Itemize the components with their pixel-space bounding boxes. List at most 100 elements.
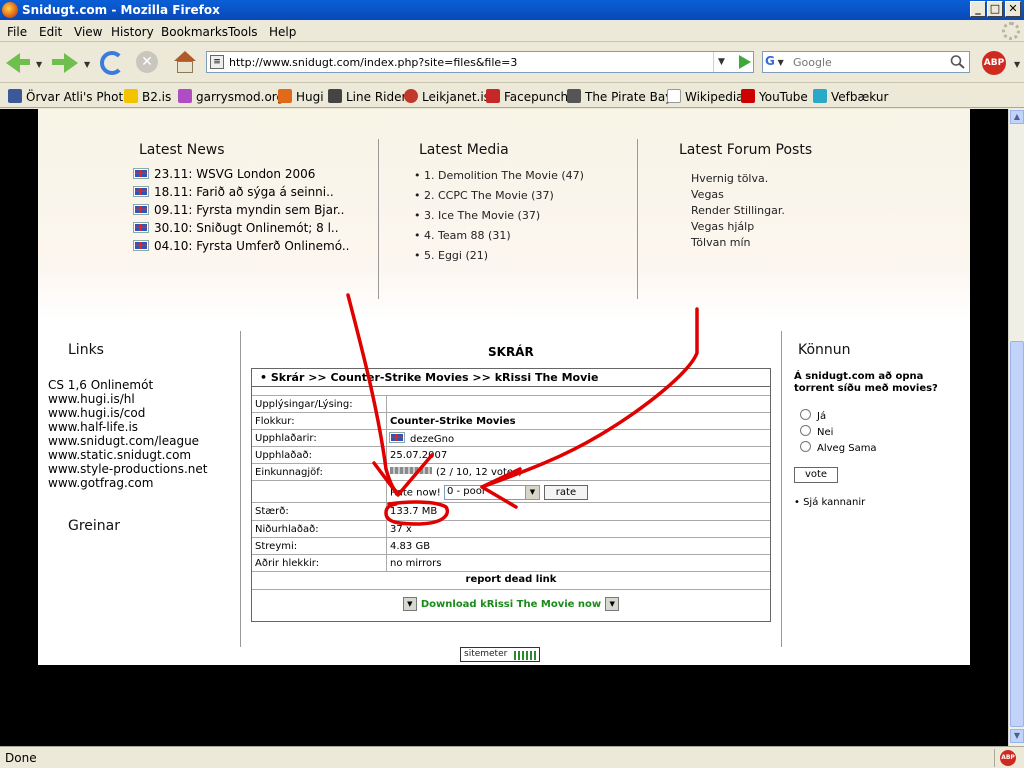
news-item[interactable]: 23.11: WSVG London 2006 xyxy=(134,167,315,181)
table-row: Stærð: 133.7 MB xyxy=(252,503,770,521)
media-item[interactable]: • 5. Eggi (21) xyxy=(414,249,488,262)
menu-view[interactable]: View xyxy=(74,25,102,39)
menu-file[interactable]: File xyxy=(7,25,27,39)
categories-heading: Greinar xyxy=(68,518,121,534)
poll-option-nei[interactable]: Nei xyxy=(800,425,833,438)
page-viewport: Latest News 23.11: WSVG London 2006 18.1… xyxy=(0,109,1008,746)
menu-history[interactable]: History xyxy=(111,25,154,39)
link-item[interactable]: www.gotfrag.com xyxy=(48,476,153,490)
media-item[interactable]: • 3. Ice The Movie (37) xyxy=(414,209,540,222)
back-dropdown-icon[interactable]: ▼ xyxy=(36,60,42,69)
radio-button[interactable] xyxy=(800,409,811,420)
bookmark-orvar-photos[interactable]: Örvar Atli's Photos xyxy=(8,89,137,104)
link-item[interactable]: www.hugi.is/hl xyxy=(48,392,135,406)
stop-icon[interactable]: ✕ xyxy=(136,51,158,73)
media-item[interactable]: • 1. Demolition The Movie (47) xyxy=(414,169,584,182)
window-title: Snidugt.com - Mozilla Firefox xyxy=(22,3,220,17)
poll-results-link[interactable]: • Sjá kannanir xyxy=(794,497,865,508)
link-item[interactable]: www.style-productions.net xyxy=(48,462,207,476)
menu-bookmarks[interactable]: Bookmarks xyxy=(161,25,228,39)
forward-icon[interactable] xyxy=(52,51,78,75)
iceland-flag-icon xyxy=(134,187,148,196)
search-engine-icon[interactable]: G ▼ xyxy=(765,54,791,70)
reload-icon[interactable] xyxy=(100,51,124,75)
adblock-dropdown-icon[interactable]: ▼ xyxy=(1014,60,1020,69)
bookmark-garrysmod[interactable]: garrysmod.org xyxy=(178,89,284,104)
latest-forum-heading: Latest Forum Posts xyxy=(679,142,813,158)
forum-item[interactable]: Vegas hjálp xyxy=(691,220,754,233)
bookmark-wikipedia[interactable]: Wikipedia xyxy=(667,89,744,104)
bookmark-pirate-bay[interactable]: The Pirate Bay xyxy=(567,89,672,104)
link-item[interactable]: www.static.snidugt.com xyxy=(48,448,191,462)
latest-media-heading: Latest Media xyxy=(419,142,509,158)
link-item[interactable]: www.snidugt.com/league xyxy=(48,434,199,448)
forum-item[interactable]: Hvernig tölva. xyxy=(691,172,768,185)
bookmark-leikjanet[interactable]: Leikjanet.is xyxy=(404,89,490,104)
link-item[interactable]: CS 1,6 Onlinemót xyxy=(48,378,153,392)
download-link[interactable]: Download kRissi The Movie now xyxy=(421,599,601,610)
go-icon[interactable] xyxy=(739,55,751,69)
radio-button[interactable] xyxy=(800,425,811,436)
latest-news-heading: Latest News xyxy=(139,142,225,158)
scroll-up-icon[interactable]: ▲ xyxy=(1010,110,1024,124)
forum-item[interactable]: Vegas xyxy=(691,188,724,201)
vertical-scrollbar[interactable]: ▲ ▼ xyxy=(1008,109,1024,746)
minimize-button[interactable]: _ xyxy=(970,1,986,17)
home-icon[interactable] xyxy=(172,51,198,75)
table-row: Flokkur: Counter-Strike Movies xyxy=(252,413,770,430)
bookmark-line-rider[interactable]: Line Rider xyxy=(328,89,406,104)
rate-button[interactable]: rate xyxy=(543,485,588,500)
uploader-link[interactable]: dezeGno xyxy=(390,433,454,445)
scrollbar-thumb[interactable] xyxy=(1010,341,1024,727)
scroll-down-icon[interactable]: ▼ xyxy=(1010,729,1024,743)
url-input[interactable] xyxy=(229,54,717,70)
media-item[interactable]: • 4. Team 88 (31) xyxy=(414,229,511,242)
bookmark-vefbaekur[interactable]: Vefbækur xyxy=(813,89,888,104)
back-icon[interactable] xyxy=(6,51,32,75)
url-history-dropdown-icon[interactable]: ▼ xyxy=(713,52,729,72)
status-bar: Done ABP xyxy=(0,746,1024,768)
breadcrumb[interactable]: • Skrár >> Counter-Strike Movies >> kRis… xyxy=(252,369,770,387)
close-button[interactable]: ✕ xyxy=(1005,1,1021,17)
link-item[interactable]: www.half-life.is xyxy=(48,420,138,434)
bookmark-favicon-icon xyxy=(124,89,138,103)
media-item[interactable]: • 2. CCPC The Movie (37) xyxy=(414,189,554,202)
report-dead-link[interactable]: report dead link xyxy=(252,572,770,590)
bookmark-favicon-icon xyxy=(813,89,827,103)
news-item[interactable]: 09.11: Fyrsta myndin sem Bjar.. xyxy=(134,203,344,217)
maximize-button[interactable]: □ xyxy=(987,1,1003,17)
navigation-toolbar: ▼ ▼ ✕ ≡ ▼ G ▼ ABP ▼ xyxy=(0,43,1024,83)
forum-item[interactable]: Render Stillingar. xyxy=(691,204,785,217)
column-divider xyxy=(781,331,782,647)
poll-option-ja[interactable]: Já xyxy=(800,409,826,422)
sitemeter-badge[interactable]: sitemeter xyxy=(460,647,540,662)
poll-option-alveg-sama[interactable]: Alveg Sama xyxy=(800,441,877,454)
column-divider xyxy=(240,331,241,647)
news-item[interactable]: 04.10: Fyrsta Umferð Onlinemó.. xyxy=(134,239,350,253)
menu-help[interactable]: Help xyxy=(269,25,296,39)
link-item[interactable]: www.hugi.is/cod xyxy=(48,406,145,420)
radio-button[interactable] xyxy=(800,441,811,452)
bookmark-b2[interactable]: B2.is xyxy=(124,89,171,104)
bookmark-hugi[interactable]: Hugi xyxy=(278,89,324,104)
download-arrow-icon: ▼ xyxy=(402,597,417,611)
rating-select[interactable]: 0 - poor ▼ xyxy=(443,485,540,500)
poll-heading: Könnun xyxy=(798,342,851,358)
category-link[interactable]: Counter-Strike Movies xyxy=(390,416,516,427)
search-input[interactable] xyxy=(793,54,941,70)
menu-tools[interactable]: Tools xyxy=(228,25,258,39)
news-item[interactable]: 30.10: Sniðugt Onlinemót; 8 l.. xyxy=(134,221,339,235)
sitemeter-bars-icon xyxy=(514,651,536,660)
bookmark-youtube[interactable]: YouTube xyxy=(741,89,808,104)
search-bar: G ▼ xyxy=(762,51,970,73)
vote-button[interactable]: vote xyxy=(794,467,838,483)
adblock-plus-icon[interactable]: ABP xyxy=(982,51,1006,75)
menu-edit[interactable]: Edit xyxy=(39,25,62,39)
window-titlebar: Snidugt.com - Mozilla Firefox _ □ ✕ xyxy=(0,0,1024,20)
forum-item[interactable]: Tölvan mín xyxy=(691,236,751,249)
bookmark-facepunch[interactable]: Facepunch xyxy=(486,89,568,104)
search-icon[interactable] xyxy=(949,54,967,70)
adblock-status-icon[interactable]: ABP xyxy=(1000,750,1016,766)
news-item[interactable]: 18.11: Farið að sýga á seinni.. xyxy=(134,185,334,199)
forward-dropdown-icon[interactable]: ▼ xyxy=(84,60,90,69)
